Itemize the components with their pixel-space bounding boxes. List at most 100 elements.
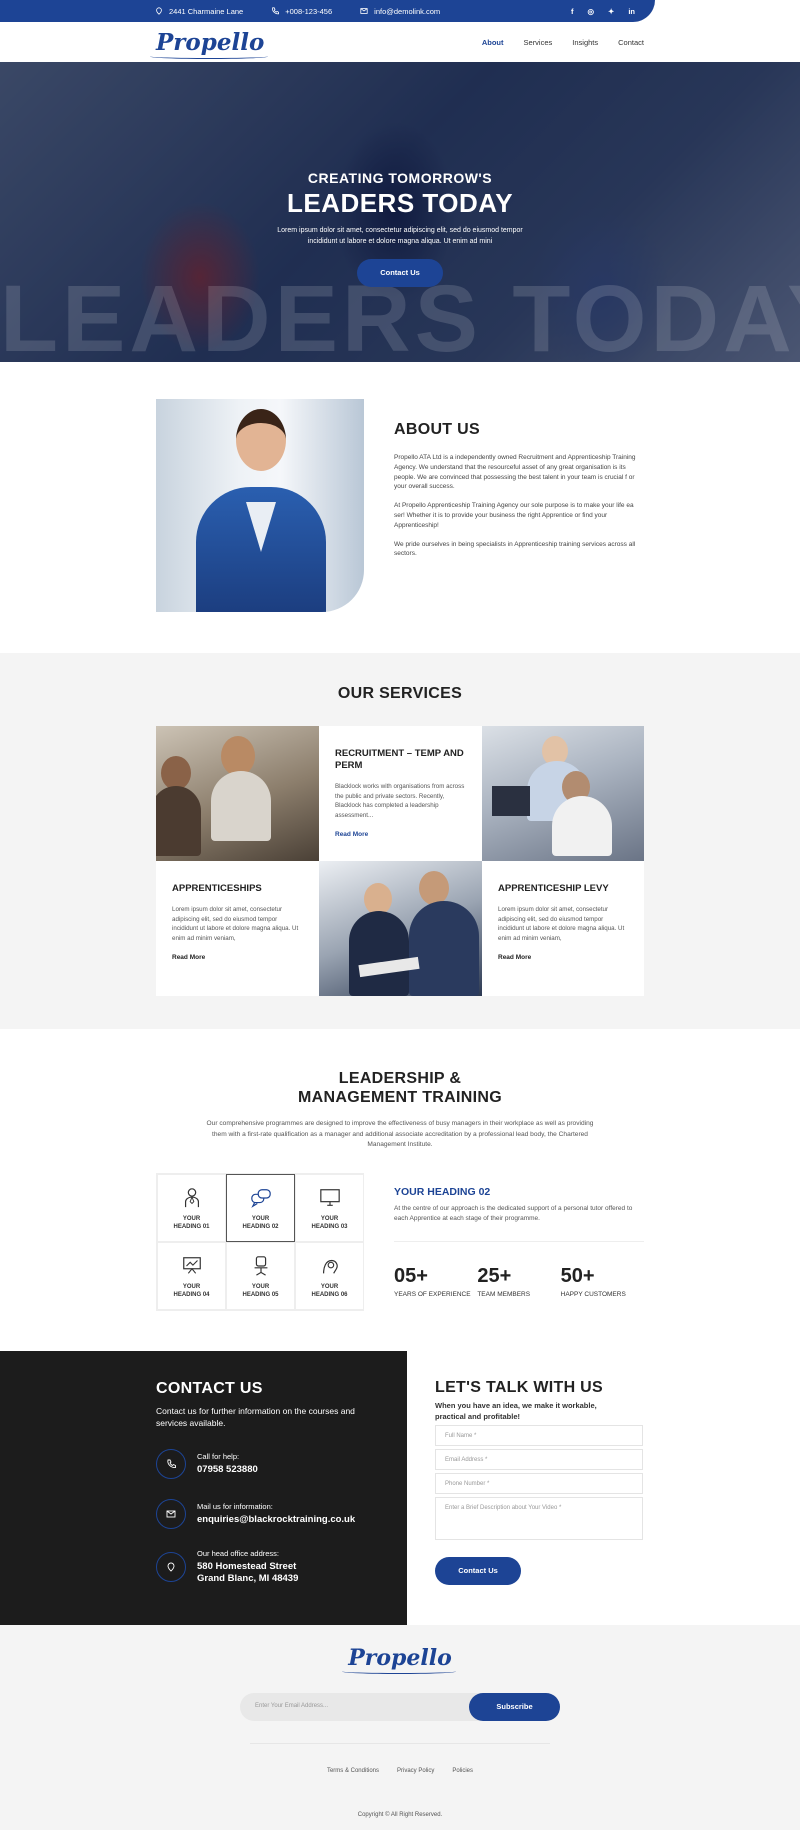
contact-subtitle: Contact us for further information on th… <box>156 1405 355 1428</box>
facebook-icon[interactable]: f <box>571 7 574 16</box>
footer-divider <box>250 1742 550 1744</box>
phone-info[interactable]: +008-123-456 <box>271 7 332 16</box>
leadership-title-line2: MANAGEMENT TRAINING <box>298 1089 502 1106</box>
email-info[interactable]: info@demolink.com <box>360 7 440 16</box>
heading-tile-03[interactable]: YOUR HEADING 03 <box>295 1173 364 1242</box>
heading-tile-04[interactable]: YOUR HEADING 04 <box>157 1241 226 1310</box>
service-card-text: Lorem ipsum dolor sit amet, consectetur … <box>172 906 299 942</box>
form-subtitle: When you have an idea, we make it workab… <box>435 1400 597 1421</box>
location-icon <box>156 7 162 15</box>
email-field[interactable]: Email Address * <box>435 1448 643 1470</box>
service-card-levy: APPRENTICESHIP LEVY Lorem ipsum dolor si… <box>482 861 644 996</box>
chair-icon <box>254 1255 267 1276</box>
read-more-link[interactable]: Read More <box>498 954 628 961</box>
about-section: ABOUT US Propello ATA Ltd is a independe… <box>0 362 800 653</box>
contact-address: Our head office address: 580 Homestead S… <box>156 1549 407 1585</box>
linkedin-icon[interactable]: in <box>628 7 635 16</box>
stat-years: 05+ YEARS OF EXPERIENCE <box>394 1264 471 1298</box>
stats-row: 05+ YEARS OF EXPERIENCE 25+ TEAM MEMBERS… <box>394 1265 644 1298</box>
newsletter-form: Enter Your Email Address... Subscribe <box>240 1692 560 1721</box>
person-icon <box>184 1187 199 1207</box>
service-card-title: APPRENTICESHIP LEVY <box>498 883 609 894</box>
stat-customers: 50+ HAPPY CUSTOMERS <box>560 1264 626 1298</box>
top-bar: 2441 Charmaine Lane +008-123-456 info@de… <box>0 0 800 22</box>
service-card-title: APPRENTICESHIPS <box>172 883 262 894</box>
contact-email-value[interactable]: enquiries@blackrocktraining.co.uk <box>197 1514 355 1526</box>
divider <box>394 1240 644 1242</box>
hero-banner: LEADERS TODAY CREATING TOMORROW'S LEADER… <box>0 62 800 362</box>
social-links: f ◎ ✦ in <box>571 7 635 16</box>
about-paragraph: We pride ourselves in being specialists … <box>394 540 636 558</box>
mail-icon <box>166 1510 176 1517</box>
phone-text: +008-123-456 <box>285 6 333 16</box>
idea-icon <box>322 1259 338 1274</box>
service-card-recruitment: RECRUITMENT – TEMP AND PERM Blacklock wo… <box>319 726 482 861</box>
service-photo-team <box>156 726 319 861</box>
contact-section: CONTACT US Contact us for further inform… <box>0 1350 800 1625</box>
read-more-link[interactable]: Read More <box>172 954 303 961</box>
phone-field[interactable]: Phone Number * <box>435 1472 643 1494</box>
logo[interactable]: Propello <box>149 29 269 59</box>
footer-logo[interactable]: Propello <box>342 1645 456 1674</box>
address-info: 2441 Charmaine Lane <box>155 7 243 16</box>
leadership-title-line1: LEADERSHIP & <box>338 1070 462 1087</box>
service-card-apprenticeships: APPRENTICESHIPS Lorem ipsum dolor sit am… <box>156 861 319 996</box>
services-section: OUR SERVICES RECRUITMENT – TEMP AND PERM… <box>0 653 800 1029</box>
mail-icon <box>360 8 368 14</box>
hero-title: LEADERS TODAY <box>286 188 514 218</box>
phone-icon <box>167 1459 176 1468</box>
footer-link-privacy[interactable]: Privacy Policy <box>397 1768 434 1774</box>
footer-link-policies[interactable]: Policies <box>452 1768 473 1774</box>
heading-tile-05[interactable]: YOUR HEADING 05 <box>226 1241 295 1310</box>
contact-email: Mail us for information: enquiries@black… <box>156 1498 407 1529</box>
service-card-text: Blacklock works with organisations from … <box>335 783 465 819</box>
contact-address-value: 580 Homestead Street Grand Blanc, MI 484… <box>197 1560 299 1584</box>
copyright-text: Copyright © All Right Reserved. <box>357 1811 443 1818</box>
service-card-text: Lorem ipsum dolor sit amet, consectetur … <box>498 906 625 942</box>
stat-team: 25+ TEAM MEMBERS <box>477 1264 531 1298</box>
about-paragraph: Propello ATA Ltd is a independently owne… <box>394 454 636 491</box>
description-field[interactable]: Enter a Brief Description about Your Vid… <box>435 1496 643 1540</box>
heading-tiles: YOUR HEADING 01 YOUR HEADING 02 YOUR HEA… <box>156 1172 364 1311</box>
address-text: 2441 Charmaine Lane <box>169 6 244 16</box>
about-title: ABOUT US <box>394 421 480 438</box>
hero-subtitle: CREATING TOMORROW'S <box>307 170 493 186</box>
nav-item-contact[interactable]: Contact <box>618 38 644 47</box>
nav-menu: About Services Insights Contact <box>482 38 644 47</box>
leadership-description: Our comprehensive programmes are designe… <box>206 1120 594 1148</box>
heading-tile-01[interactable]: YOUR HEADING 01 <box>157 1173 226 1242</box>
instagram-icon[interactable]: ◎ <box>587 7 594 16</box>
leadership-title: LEADERSHIP & MANAGEMENT TRAINING <box>0 1069 800 1107</box>
nav-item-services[interactable]: Services <box>524 38 553 47</box>
leadership-section: LEADERSHIP & MANAGEMENT TRAINING Our com… <box>0 1029 800 1351</box>
heading-detail-title: YOUR HEADING 02 <box>394 1185 491 1198</box>
hero-contact-button[interactable]: Contact Us <box>357 259 443 287</box>
full-name-field[interactable]: Full Name * <box>435 1424 643 1446</box>
about-image <box>156 399 364 612</box>
contact-phone: Call for help: 07958 523880 <box>156 1448 407 1479</box>
services-title: OUR SERVICES <box>337 685 463 702</box>
about-paragraph: At Propello Apprenticeship Training Agen… <box>394 502 634 529</box>
heading-tile-02[interactable]: YOUR HEADING 02 <box>226 1173 295 1242</box>
location-icon <box>167 1562 175 1572</box>
email-text: info@demolink.com <box>374 6 441 16</box>
footer: Propello Enter Your Email Address... Sub… <box>0 1624 800 1830</box>
footer-link-terms[interactable]: Terms & Conditions <box>327 1768 379 1774</box>
service-card-title: RECRUITMENT – TEMP AND PERM <box>335 748 464 771</box>
nav-item-about[interactable]: About <box>482 38 504 47</box>
heading-detail-text: At the centre of our approach is the ded… <box>394 1204 633 1222</box>
contact-title: CONTACT US <box>156 1379 263 1397</box>
nav-item-insights[interactable]: Insights <box>572 38 598 47</box>
read-more-link[interactable]: Read More <box>335 831 466 838</box>
form-contact-button[interactable]: Contact Us <box>435 1556 521 1585</box>
contact-phone-value[interactable]: 07958 523880 <box>197 1464 258 1476</box>
subscribe-button[interactable]: Subscribe <box>469 1692 560 1721</box>
form-title: LET'S TALK WITH US <box>435 1378 604 1396</box>
footer-links: Terms & Conditions Privacy Policy Polici… <box>0 1768 800 1774</box>
twitter-icon[interactable]: ✦ <box>608 7 614 16</box>
service-photo-meeting <box>319 861 482 996</box>
monitor-icon <box>319 1188 340 1206</box>
heading-tile-06[interactable]: YOUR HEADING 06 <box>295 1241 364 1310</box>
phone-icon <box>272 7 280 15</box>
services-grid: RECRUITMENT – TEMP AND PERM Blacklock wo… <box>156 726 644 996</box>
